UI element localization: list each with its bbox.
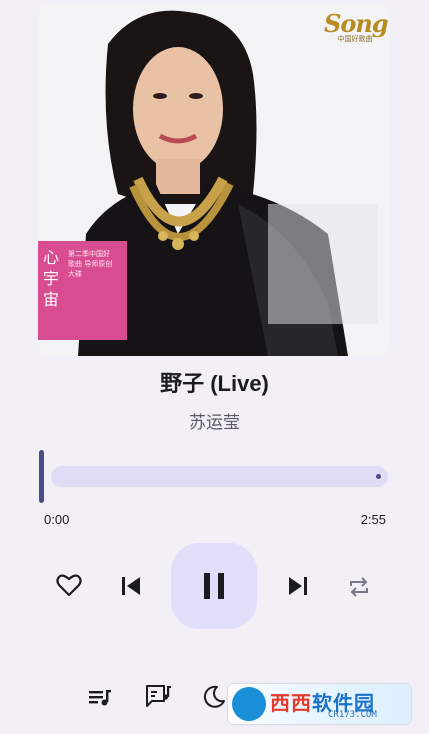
current-time: 0:00 bbox=[44, 512, 70, 527]
seek-bar-track[interactable] bbox=[51, 466, 388, 487]
like-button[interactable] bbox=[52, 568, 86, 602]
queue-music-icon bbox=[89, 690, 111, 706]
song-title: 野子 (Live) bbox=[160, 371, 269, 396]
moon-icon bbox=[203, 685, 225, 708]
repeat-icon bbox=[350, 577, 368, 597]
sleep-timer-button[interactable] bbox=[200, 683, 228, 711]
now-playing-screen: Song 中国好歌曲 心宇宙 第二季中国好歌曲 导师原创大碟 野子 (Live)… bbox=[0, 0, 429, 734]
album-art: Song 中国好歌曲 心宇宙 第二季中国好歌曲 导师原创大碟 bbox=[38, 4, 390, 356]
watermark-url: CR173.COM bbox=[328, 710, 377, 720]
heart-icon bbox=[56, 574, 82, 597]
watermark-logo-icon bbox=[232, 687, 266, 721]
pause-icon bbox=[204, 573, 224, 599]
album-tag-title: 心宇宙 bbox=[42, 248, 59, 309]
queue-button[interactable] bbox=[86, 683, 114, 711]
next-button[interactable] bbox=[283, 572, 313, 600]
lyrics-icon bbox=[146, 685, 171, 707]
repeat-button[interactable] bbox=[344, 572, 374, 602]
skip-next-icon bbox=[289, 577, 307, 595]
song-artist[interactable]: 苏运莹 bbox=[0, 408, 429, 433]
lyrics-button[interactable] bbox=[144, 683, 174, 711]
total-time: 2:55 bbox=[360, 512, 386, 527]
seek-bar-end-dot bbox=[376, 474, 381, 479]
watermark: 西西软件园 CR173.COM bbox=[228, 684, 411, 724]
album-tag-subtitle: 第二季中国好歌曲 导师原创大碟 bbox=[68, 250, 113, 278]
play-pause-button[interactable] bbox=[171, 543, 257, 629]
skip-previous-icon bbox=[122, 577, 140, 595]
previous-button[interactable] bbox=[116, 572, 146, 600]
album-tag: 心宇宙 第二季中国好歌曲 导师原创大碟 bbox=[38, 241, 127, 340]
album-logo: Song 中国好歌曲 bbox=[324, 9, 389, 43]
seek-bar-thumb[interactable] bbox=[39, 450, 44, 503]
